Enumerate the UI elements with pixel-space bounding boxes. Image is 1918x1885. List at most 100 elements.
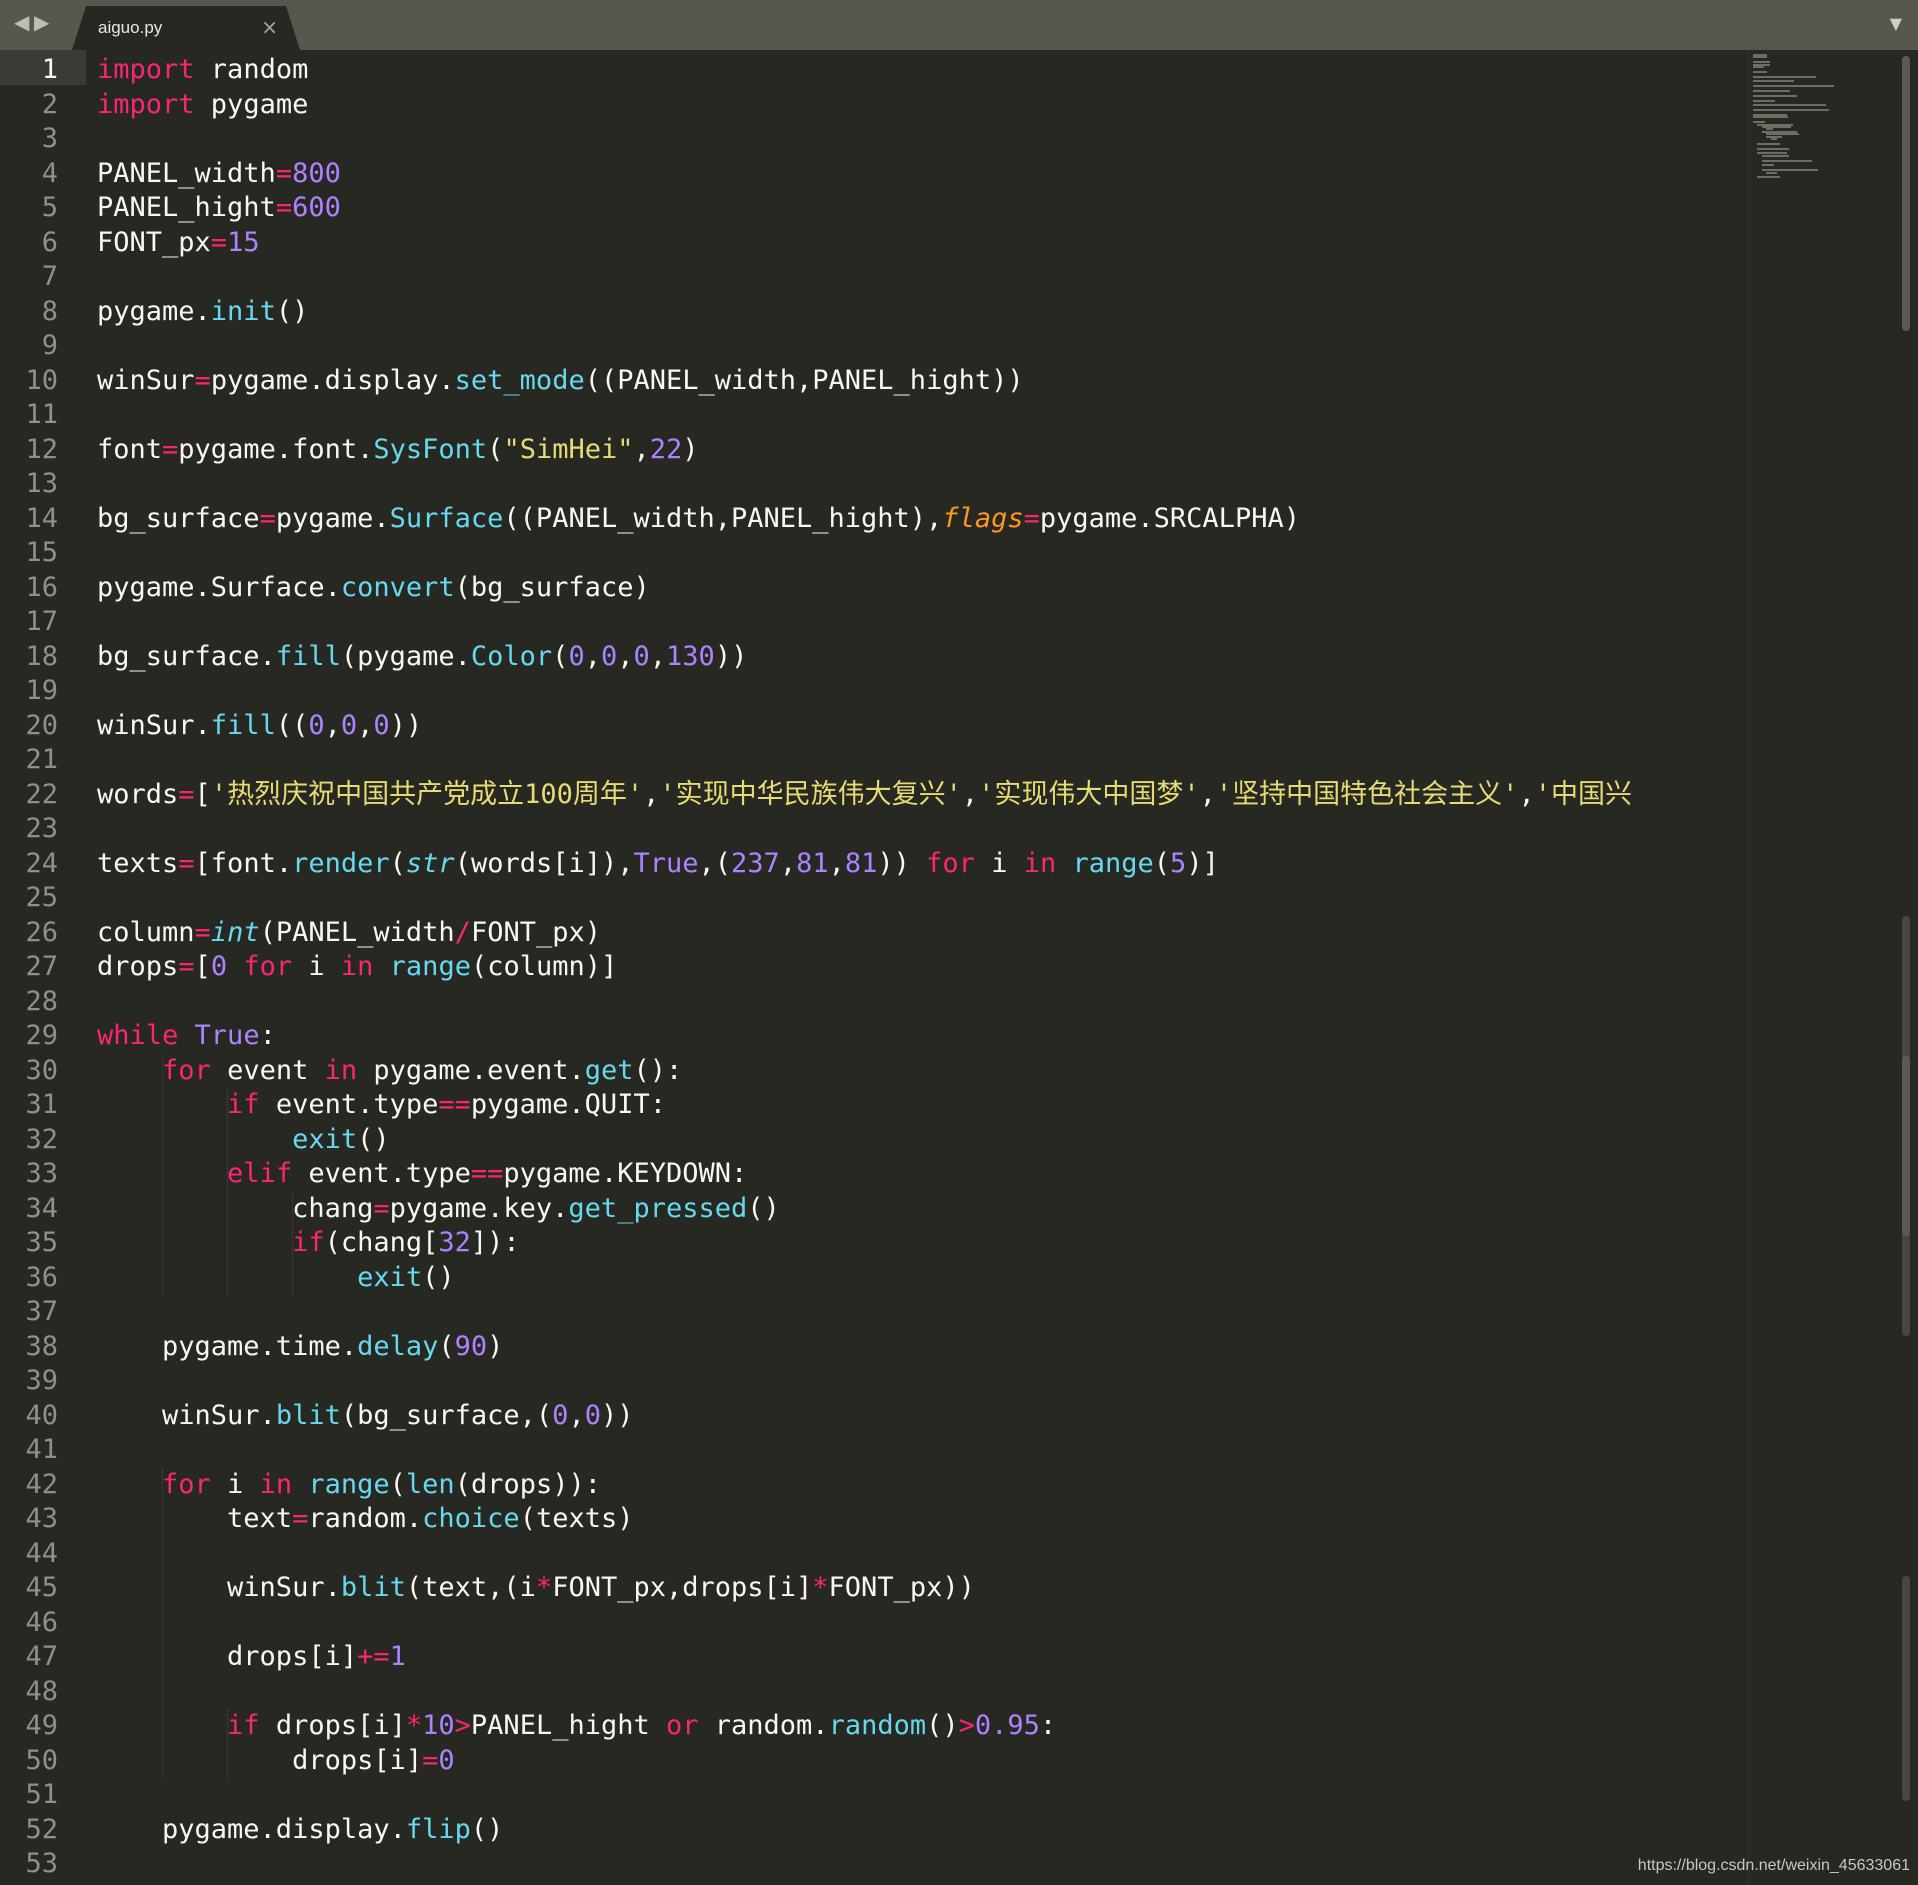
code-line[interactable]: font=pygame.font.SysFont("SimHei",22)	[97, 433, 699, 468]
line-number: 4	[41, 157, 58, 189]
code-line[interactable]: bg_surface.fill(pygame.Color(0,0,0,130))	[97, 640, 747, 675]
code-editor[interactable]: import random import pygame PANEL_width=80…	[97, 50, 1749, 1885]
code-token: 0	[552, 1399, 569, 1431]
code-line[interactable]: import random	[97, 53, 308, 88]
code-token: winSur.	[97, 709, 211, 741]
minimap-line	[1753, 99, 1775, 102]
code-line[interactable]: words=['热烈庆祝中国共产党成立100周年','实现中华民族伟大复兴','…	[97, 778, 1632, 813]
code-token: ,(	[698, 847, 732, 879]
code-token: pygame.time.	[97, 1330, 358, 1362]
code-line[interactable]: FONT_px=15	[97, 226, 260, 261]
code-token: ,	[568, 1399, 585, 1431]
code-token: 0	[568, 640, 585, 672]
code-line[interactable]: winSur=pygame.display.set_mode((PANEL_wi…	[97, 364, 1024, 399]
code-token: or	[649, 1710, 699, 1741]
code-line[interactable]: for i in range(len(drops)):	[97, 1468, 601, 1503]
code-line[interactable]: exit()	[97, 1261, 455, 1296]
code-token: chang	[97, 1192, 374, 1224]
tab-aiguo-py[interactable]: aiguo.py ×	[72, 6, 300, 50]
code-line[interactable]: pygame.time.delay(90)	[97, 1330, 503, 1365]
code-line[interactable]: while True:	[97, 1019, 276, 1054]
chevron-down-icon[interactable]: ▼	[1890, 14, 1902, 33]
code-token: ((PANEL_width,PANEL_hight))	[584, 364, 1024, 396]
code-token: '实现中华民族伟大复兴'	[659, 778, 962, 810]
code-token: range	[389, 951, 471, 982]
line-number: 2	[41, 88, 58, 120]
code-token: =	[275, 192, 293, 223]
code-token: 81	[796, 847, 829, 879]
minimap-line	[1753, 66, 1764, 68]
code-line[interactable]: bg_surface=pygame.Surface((PANEL_width,P…	[97, 502, 1300, 537]
code-token: >	[958, 1710, 975, 1741]
code-token: FONT_px,drops[i]	[552, 1572, 813, 1603]
code-line[interactable]: exit()	[97, 1123, 390, 1158]
line-number: 51	[25, 1779, 58, 1810]
code-token: ))	[389, 709, 423, 741]
code-token: flags	[942, 502, 1024, 534]
scrollbar[interactable]	[1902, 56, 1910, 1856]
code-line[interactable]: pygame.display.flip()	[97, 1813, 503, 1848]
code-token: SysFont	[373, 433, 488, 465]
code-token: =	[178, 951, 195, 982]
code-line[interactable]: drops[i]+=1	[97, 1640, 406, 1675]
code-line[interactable]: PANEL_width=800	[97, 157, 341, 192]
line-number: 37	[25, 1296, 58, 1327]
code-line[interactable]: texts=[font.render(str(words[i]),True,(2…	[97, 847, 1219, 882]
line-number: 6	[41, 226, 58, 258]
code-line[interactable]: elif event.type==pygame.KEYDOWN:	[97, 1157, 747, 1192]
line-number: 23	[25, 813, 58, 844]
code-token: (bg_surface,(	[340, 1399, 553, 1431]
code-token: ))	[600, 1399, 634, 1431]
minimap[interactable]	[1748, 50, 1899, 1885]
code-line[interactable]: drops=[0 for i in range(column)]	[97, 950, 617, 985]
code-line[interactable]: PANEL_hight=600	[97, 191, 341, 226]
code-line[interactable]: for event in pygame.event.get():	[97, 1054, 682, 1089]
line-number: 33	[25, 1158, 58, 1189]
code-line[interactable]: winSur.blit(bg_surface,(0,0))	[97, 1399, 633, 1434]
line-number: 19	[25, 675, 58, 706]
code-token: if	[227, 1089, 260, 1120]
line-number: 28	[25, 985, 58, 1017]
code-token: init	[210, 295, 276, 327]
code-token: get	[584, 1054, 634, 1086]
code-token: FONT_px))	[828, 1572, 975, 1603]
code-token: in	[324, 951, 374, 982]
indent-guide	[162, 1053, 163, 1295]
code-line[interactable]: if drops[i]*10>PANEL_hight or random.ran…	[97, 1709, 1056, 1744]
minimap-line	[1761, 154, 1790, 157]
code-token: ,	[1199, 778, 1216, 810]
code-token: *	[535, 1572, 553, 1603]
code-token: pygame	[194, 88, 309, 120]
nav-forward-icon[interactable]: ▶	[34, 10, 49, 34]
code-line[interactable]: if(chang[32]):	[97, 1226, 520, 1261]
code-line[interactable]: pygame.Surface.convert(bg_surface)	[97, 571, 650, 606]
line-number: 26	[25, 916, 58, 948]
code-token: event.type	[259, 1089, 439, 1120]
code-line[interactable]: if event.type==pygame.QUIT:	[97, 1088, 666, 1123]
code-token: 0	[633, 640, 650, 672]
nav-back-icon[interactable]: ◀	[14, 10, 29, 34]
code-token: (	[1153, 847, 1171, 879]
code-line[interactable]: winSur.fill((0,0,0))	[97, 709, 422, 744]
line-number: 14	[25, 502, 58, 534]
minimap-line	[1753, 80, 1794, 83]
line-number: 44	[25, 1537, 58, 1569]
code-token: 1	[389, 1641, 406, 1672]
line-number: 53	[25, 1848, 58, 1879]
code-token: (pygame.	[340, 640, 471, 672]
code-token: (	[552, 640, 569, 672]
code-line[interactable]: column=int(PANEL_width/FONT_px)	[97, 916, 601, 951]
code-line[interactable]: text=random.choice(texts)	[97, 1502, 633, 1537]
code-token: i	[974, 847, 1008, 879]
code-line[interactable]: pygame.init()	[97, 295, 308, 330]
code-token: +=	[357, 1641, 390, 1672]
close-icon[interactable]: ×	[261, 15, 278, 39]
code-line[interactable]: drops[i]=0	[97, 1744, 455, 1779]
code-line[interactable]: import pygame	[97, 88, 308, 123]
code-line[interactable]: chang=pygame.key.get_pressed()	[97, 1192, 780, 1227]
code-line[interactable]: winSur.blit(text,(i*FONT_px,drops[i]*FON…	[97, 1571, 975, 1606]
code-token: (drops)):	[454, 1468, 602, 1500]
minimap-line	[1757, 176, 1781, 179]
